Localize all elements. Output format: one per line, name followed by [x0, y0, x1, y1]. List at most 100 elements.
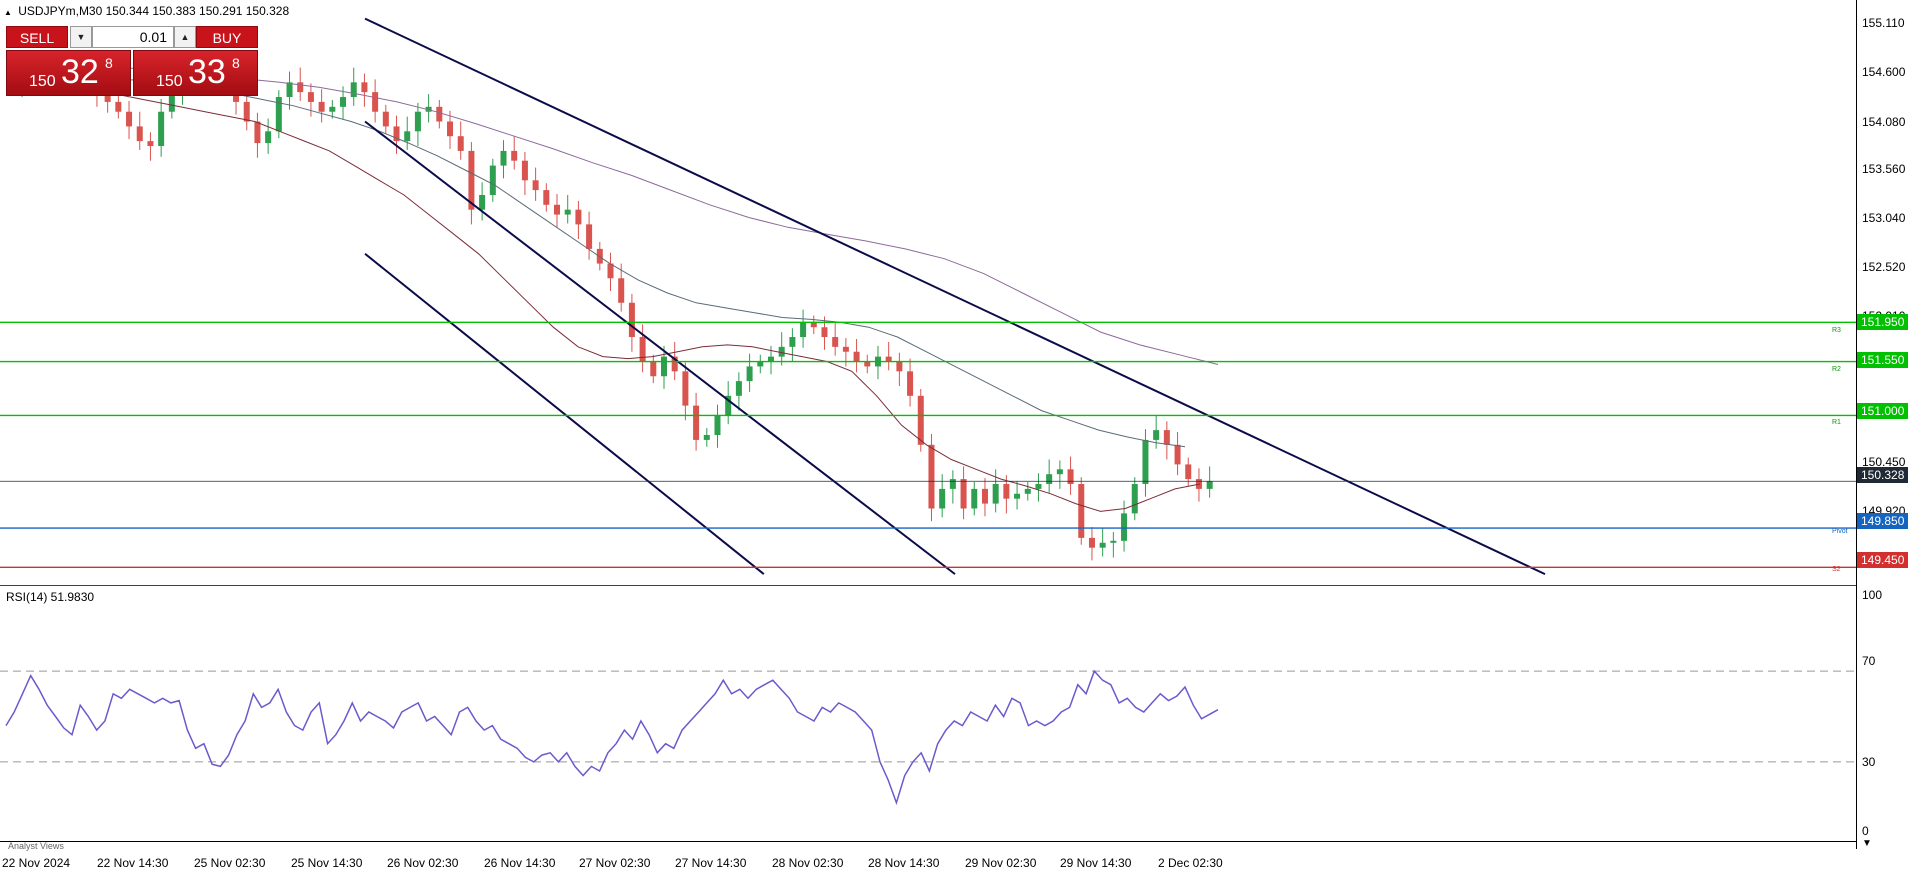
candle-body [147, 141, 154, 147]
candle-body [243, 101, 250, 122]
time-axis-label: 26 Nov 14:30 [484, 856, 556, 870]
buy-price-fraction: 8 [232, 55, 240, 71]
sell-button[interactable]: SELL [6, 26, 68, 48]
rsi-title: RSI(14) 51.9830 [6, 590, 95, 604]
price-chart-panel[interactable] [0, 0, 1856, 582]
symbol-quote-line: USDJPYm,M30 150.344 150.383 150.291 150.… [18, 4, 290, 18]
s2-price-tag: 149.450 [1857, 552, 1909, 568]
candle-body [1035, 483, 1042, 489]
candle-body [1185, 464, 1192, 480]
analyst-views-strip[interactable]: Analyst Views [0, 841, 1856, 851]
candle-body [757, 361, 764, 367]
r1-level-name: R1 [1832, 419, 1841, 426]
sell-price-handle: 150 [29, 73, 56, 90]
candle-body [735, 381, 742, 396]
candle-body [382, 111, 389, 127]
buy-price-handle: 150 [156, 73, 183, 90]
time-axis-label: 25 Nov 14:30 [291, 856, 363, 870]
time-axis-label: 29 Nov 02:30 [965, 856, 1037, 870]
candle-body [457, 136, 464, 151]
price-axis-label: 152.520 [1862, 260, 1906, 274]
candle-body [329, 106, 336, 112]
lot-increase-icon[interactable]: ▲ [174, 26, 196, 48]
candle-body [1056, 469, 1063, 475]
candle-body [265, 131, 272, 144]
time-axis-label: 28 Nov 02:30 [772, 856, 844, 870]
candle-body [810, 322, 817, 328]
candle-body [693, 405, 700, 440]
candle-body [842, 346, 849, 352]
candle-body [350, 82, 357, 98]
candle-body [489, 165, 496, 195]
rsi-axis-label: 0 [1862, 824, 1869, 838]
price-axis-label: 153.560 [1862, 162, 1906, 176]
buy-price-button[interactable]: 150 33 8 [133, 50, 258, 96]
candle-body [618, 278, 625, 303]
candle-body [511, 150, 518, 161]
scroll-down-icon[interactable]: ▼ [1862, 838, 1872, 849]
candle-body [660, 356, 667, 377]
candle-body [1121, 513, 1128, 541]
candle-body [554, 204, 561, 215]
lot-decrease-icon[interactable]: ▼ [70, 26, 92, 48]
time-axis-label: 27 Nov 14:30 [675, 856, 747, 870]
r3-level-name: R3 [1832, 327, 1841, 334]
candle-body [864, 361, 871, 367]
sell-price-button[interactable]: 150 32 8 [6, 50, 131, 96]
r1-price-tag: 151.000 [1857, 403, 1909, 419]
candle-body [1206, 481, 1213, 489]
s2-level-name: S2 [1832, 566, 1841, 573]
collapse-triangle-icon[interactable]: ▲ [4, 8, 12, 17]
candle-body [586, 224, 593, 249]
candle-body [254, 121, 261, 144]
candle-body [1131, 483, 1138, 514]
candle-body [789, 337, 796, 347]
candle-body [372, 92, 379, 112]
candle-body [447, 121, 454, 137]
sell-price-pips: 32 [61, 53, 99, 91]
candle-body [714, 415, 721, 436]
candle-body [1078, 483, 1085, 538]
price-axis-label: 155.110 [1862, 16, 1905, 30]
candle-body [1067, 469, 1074, 484]
price-chart-canvas[interactable] [0, 0, 1856, 582]
lot-size-input[interactable] [92, 26, 174, 48]
candle-body [404, 131, 411, 142]
r2-price-tag: 151.550 [1857, 352, 1909, 368]
candle-body [767, 356, 774, 362]
candle-body [297, 82, 304, 93]
candle-body [650, 361, 657, 377]
candle-body [1153, 430, 1160, 440]
candle-body [479, 194, 486, 210]
candle-body [960, 479, 967, 509]
candle-body [500, 150, 507, 166]
candle-body [158, 111, 165, 147]
candle-body [1014, 493, 1021, 499]
candle-body [971, 488, 978, 509]
candle-body [575, 209, 582, 225]
time-axis-label: 22 Nov 2024 [2, 856, 71, 870]
candle-body [800, 322, 807, 338]
candle-body [853, 351, 860, 362]
price-axis-label: 153.040 [1862, 211, 1906, 225]
candle-body [126, 111, 133, 127]
candle-body [607, 263, 614, 279]
time-axis-label: 28 Nov 14:30 [868, 856, 940, 870]
candle-body [543, 190, 550, 205]
candle-body [1142, 439, 1149, 484]
symbol-header: ▲ USDJPYm,M30 150.344 150.383 150.291 15… [4, 4, 289, 18]
rsi-indicator-panel[interactable] [0, 584, 1856, 840]
rsi-axis-label: 100 [1862, 588, 1883, 602]
candle-body [307, 92, 314, 102]
candle-body [1046, 474, 1053, 484]
rsi-chart-canvas[interactable] [0, 584, 1856, 840]
buy-button[interactable]: BUY [196, 26, 258, 48]
time-axis-label: 27 Nov 02:30 [579, 856, 651, 870]
analyst-views-label: Analyst Views [8, 841, 64, 851]
time-axis-label: 26 Nov 02:30 [387, 856, 459, 870]
candle-body [564, 209, 571, 215]
candle-body [896, 361, 903, 372]
time-axis-label: 2 Dec 02:30 [1158, 856, 1223, 870]
candle-body [436, 106, 443, 122]
candle-body [885, 356, 892, 362]
